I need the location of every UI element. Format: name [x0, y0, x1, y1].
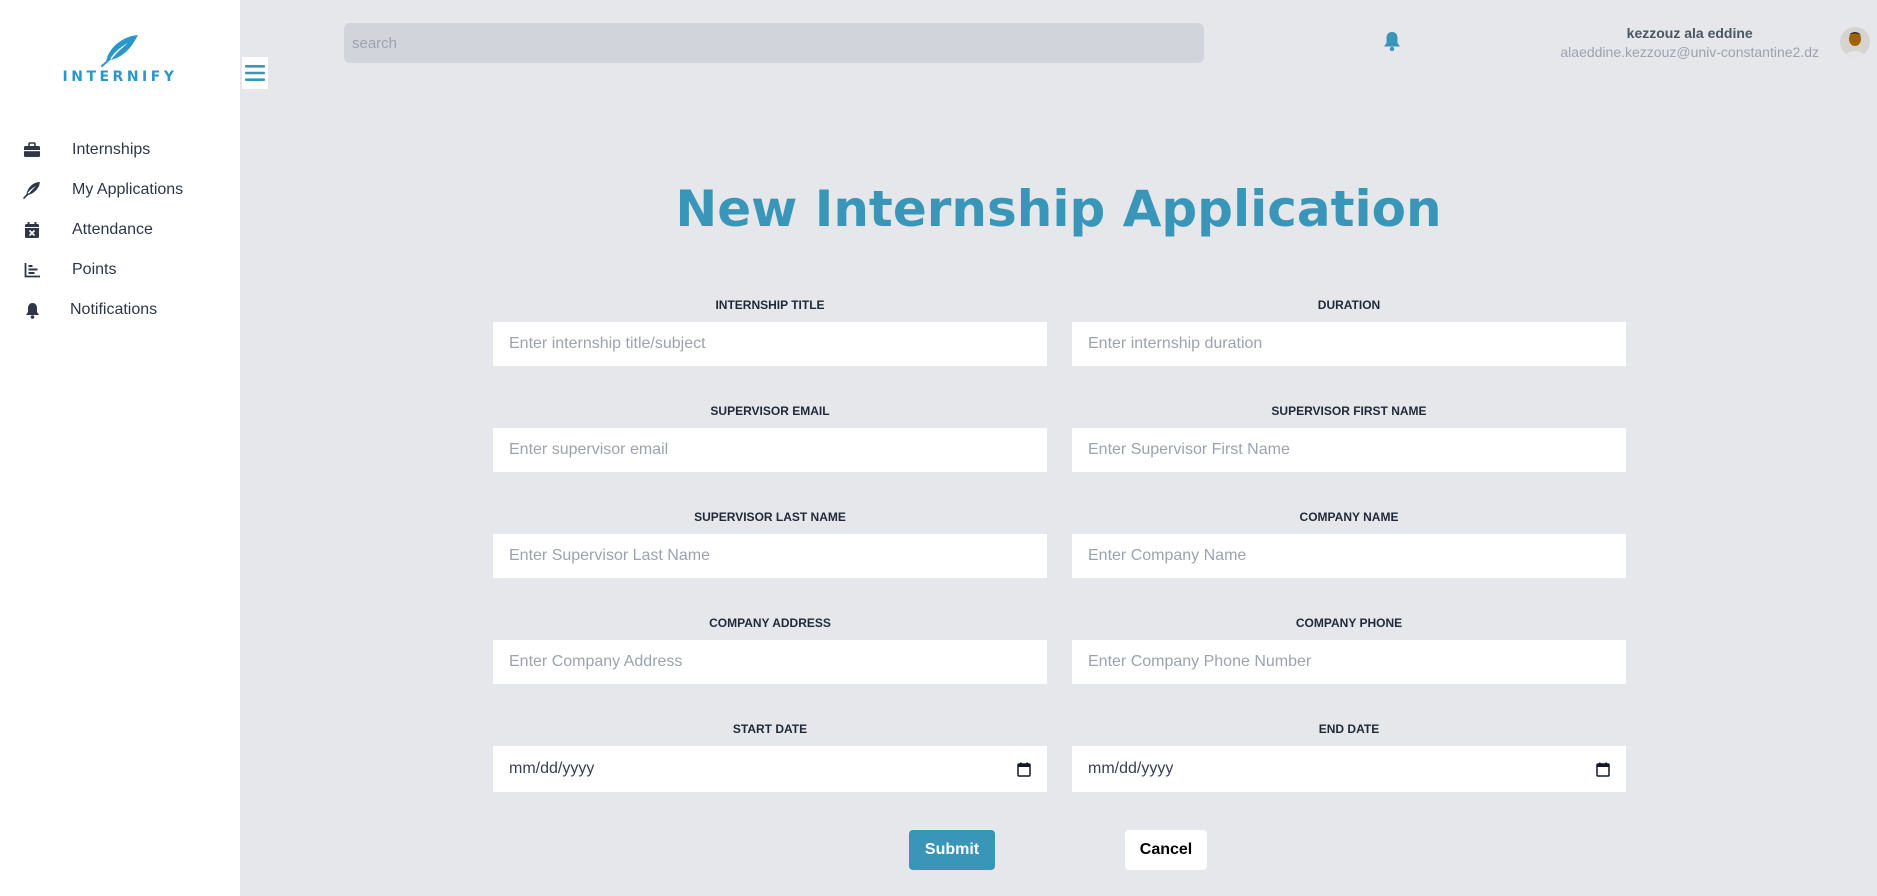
- brand-logo[interactable]: INTERNIFY: [60, 33, 180, 85]
- user-email: alaeddine.kezzouz@univ-constantine2.dz: [1560, 44, 1819, 60]
- sidebar-item-points[interactable]: Points: [0, 250, 240, 290]
- sidebar-item-attendance[interactable]: Attendance: [0, 210, 240, 250]
- sidebar-item-label: My Applications: [72, 181, 184, 198]
- calendar-x-icon: [22, 220, 42, 240]
- sidebar-item-label: Notifications: [70, 301, 158, 318]
- user-avatar-image: [1840, 27, 1870, 57]
- sidebar-item-label: Internships: [72, 141, 151, 158]
- sidebar: INTERNIFY Internships My Applications At…: [0, 0, 240, 896]
- feather-icon: [22, 180, 42, 200]
- start-date-input[interactable]: mm/dd/yyyy: [493, 746, 1047, 792]
- start-date-value: mm/dd/yyyy: [509, 760, 595, 777]
- search-input[interactable]: [344, 23, 1204, 63]
- internship-title-field: INTERNSHIP TITLE: [493, 297, 1047, 366]
- start-date-label: START DATE: [732, 722, 808, 736]
- calendar-icon[interactable]: [1017, 762, 1031, 777]
- brand-name: INTERNIFY: [62, 69, 178, 85]
- company-phone-input[interactable]: [1072, 640, 1626, 684]
- bar-chart-icon: [22, 260, 42, 280]
- company-phone-field: COMPANY PHONE: [1072, 615, 1626, 684]
- internship-title-label: INTERNSHIP TITLE: [715, 298, 825, 312]
- internship-title-input[interactable]: [493, 322, 1047, 366]
- briefcase-icon: [22, 140, 42, 160]
- cancel-button[interactable]: Cancel: [1125, 830, 1207, 870]
- user-name: kezzouz ala eddine: [1626, 25, 1753, 41]
- company-name-field: COMPANY NAME: [1072, 509, 1626, 578]
- feather-icon: [101, 35, 138, 67]
- avatar[interactable]: [1840, 27, 1870, 57]
- calendar-icon[interactable]: [1596, 762, 1610, 777]
- company-address-input[interactable]: [493, 640, 1047, 684]
- sidebar-item-label: Points: [72, 261, 117, 278]
- supervisor-last-name-field: SUPERVISOR LAST NAME: [493, 509, 1047, 578]
- supervisor-last-name-label: SUPERVISOR LAST NAME: [694, 510, 846, 524]
- duration-input[interactable]: [1072, 322, 1626, 366]
- supervisor-last-name-input[interactable]: [493, 534, 1047, 578]
- notifications-bell-button[interactable]: [1382, 30, 1402, 52]
- company-address-field: COMPANY ADDRESS: [493, 615, 1047, 684]
- supervisor-first-name-label: SUPERVISOR FIRST NAME: [1271, 404, 1427, 418]
- company-phone-label: COMPANY PHONE: [1295, 616, 1403, 630]
- supervisor-email-input[interactable]: [493, 428, 1047, 472]
- page-title: New Internship Application: [675, 180, 1442, 238]
- company-name-label: COMPANY NAME: [1299, 510, 1399, 524]
- bell-icon: [22, 300, 42, 320]
- end-date-value: mm/dd/yyyy: [1088, 760, 1174, 777]
- user-info: kezzouz ala eddine alaeddine.kezzouz@uni…: [1560, 24, 1819, 62]
- start-date-field: START DATE mm/dd/yyyy: [493, 721, 1047, 792]
- end-date-field: END DATE mm/dd/yyyy: [1072, 721, 1626, 792]
- supervisor-email-label: SUPERVISOR EMAIL: [710, 404, 830, 418]
- end-date-input[interactable]: mm/dd/yyyy: [1072, 746, 1626, 792]
- submit-button[interactable]: Submit: [909, 830, 995, 870]
- sidebar-item-my-applications[interactable]: My Applications: [0, 170, 240, 210]
- supervisor-first-name-input[interactable]: [1072, 428, 1626, 472]
- sidebar-item-notifications[interactable]: Notifications: [0, 290, 240, 330]
- menu-toggle-button[interactable]: [242, 57, 268, 89]
- duration-label: DURATION: [1317, 298, 1381, 312]
- sidebar-nav: Internships My Applications Attendance P…: [0, 130, 240, 330]
- company-address-label: COMPANY ADDRESS: [709, 616, 831, 630]
- supervisor-email-field: SUPERVISOR EMAIL: [493, 403, 1047, 472]
- end-date-label: END DATE: [1318, 722, 1380, 736]
- sidebar-item-internships[interactable]: Internships: [0, 130, 240, 170]
- supervisor-first-name-field: SUPERVISOR FIRST NAME: [1072, 403, 1626, 472]
- sidebar-item-label: Attendance: [72, 221, 153, 238]
- bell-icon: [1384, 32, 1400, 52]
- duration-field: DURATION: [1072, 297, 1626, 366]
- company-name-input[interactable]: [1072, 534, 1626, 578]
- hamburger-icon: [245, 65, 265, 81]
